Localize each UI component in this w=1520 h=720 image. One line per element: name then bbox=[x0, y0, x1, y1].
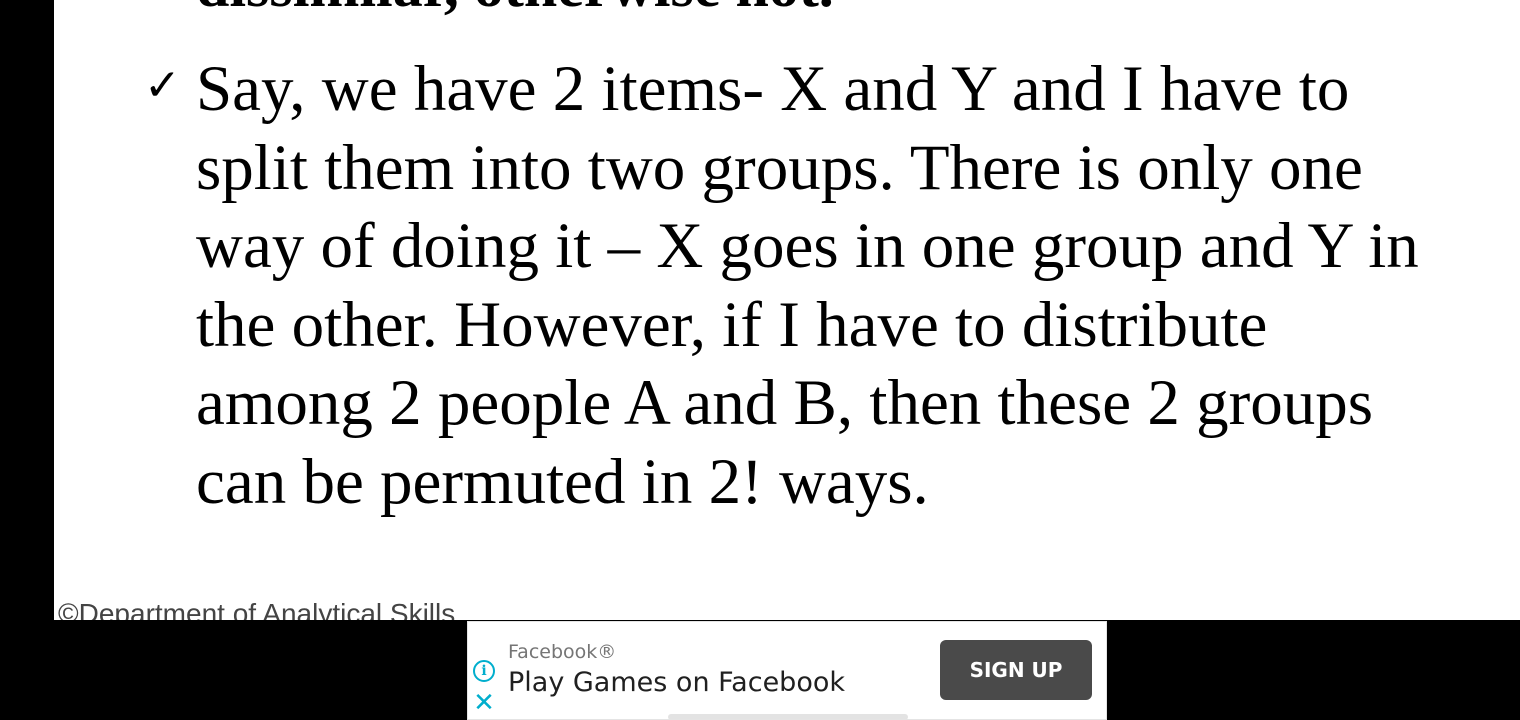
bullet-line: split them into two groups. There is onl… bbox=[196, 131, 1363, 204]
presentation-slide: dissimilar, otherwise not. ✓ Say, we hav… bbox=[54, 0, 1520, 620]
bullet-line: among 2 people A and B, then these 2 gro… bbox=[196, 367, 1374, 439]
bullet-line: can be permuted in 2! ways. bbox=[196, 445, 929, 518]
ad-drag-handle bbox=[668, 714, 908, 719]
screen: dissimilar, otherwise not. ✓ Say, we hav… bbox=[0, 0, 1520, 720]
slide-heading-fragment: dissimilar, otherwise not. bbox=[196, 0, 834, 16]
bullet-text: Say, we have 2 items- X and Y and I have… bbox=[196, 50, 1446, 521]
slide-footer: ©Department of Analytical Skills bbox=[58, 598, 456, 620]
bullet-line: the other. However, if I have to distrib… bbox=[196, 288, 1268, 361]
ad-headline[interactable]: Play Games on Facebook bbox=[508, 666, 845, 700]
info-icon[interactable]: i bbox=[473, 660, 495, 682]
bullet-line: Say, we have 2 items- X and Y and I have… bbox=[196, 53, 1350, 125]
ad-banner[interactable]: i ✕ Facebook® Play Games on Facebook SIG… bbox=[467, 621, 1107, 720]
sign-up-button[interactable]: SIGN UP bbox=[940, 640, 1092, 700]
ad-advertiser: Facebook® bbox=[508, 641, 617, 663]
close-icon[interactable]: ✕ bbox=[473, 690, 495, 716]
bullet-line: way of doing it – X goes in one group an… bbox=[196, 210, 1419, 282]
check-mark-icon: ✓ bbox=[144, 60, 181, 111]
